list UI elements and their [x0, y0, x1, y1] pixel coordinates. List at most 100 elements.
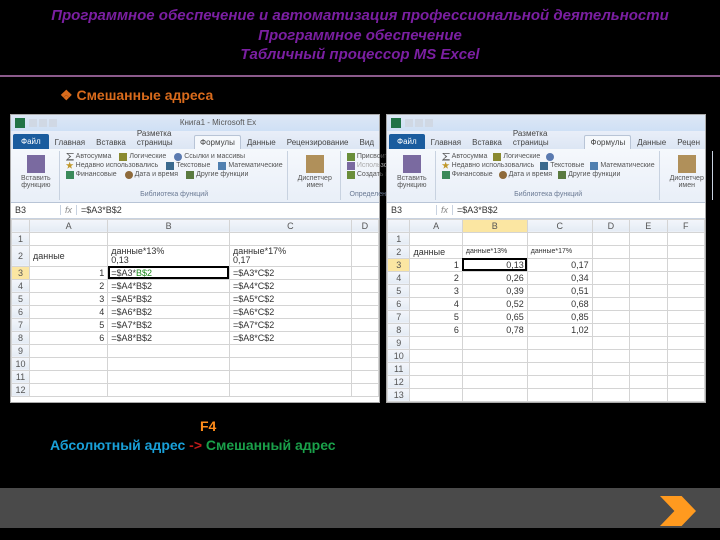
cell[interactable]: [527, 362, 592, 375]
cell[interactable]: [527, 336, 592, 349]
row-header[interactable]: 10: [12, 357, 30, 370]
lookup-button[interactable]: Ссылки и массивы: [174, 153, 245, 161]
cell[interactable]: [592, 388, 629, 401]
cell[interactable]: [351, 279, 378, 292]
cell[interactable]: [592, 349, 629, 362]
tab-review[interactable]: Рецен: [672, 136, 705, 149]
cell[interactable]: 3: [410, 284, 462, 297]
cell[interactable]: 0,68: [527, 297, 592, 310]
cell[interactable]: =$A8*C$2: [229, 331, 351, 344]
col-F[interactable]: F: [667, 219, 704, 232]
cell[interactable]: [351, 331, 378, 344]
cell[interactable]: [108, 232, 230, 245]
cell[interactable]: [630, 232, 667, 245]
cell[interactable]: [592, 284, 629, 297]
tab-formulas[interactable]: Формулы: [584, 135, 631, 149]
row-header[interactable]: 5: [12, 292, 30, 305]
row-header[interactable]: 1: [388, 232, 410, 245]
row-header[interactable]: 2: [388, 245, 410, 258]
row-header[interactable]: 12: [388, 375, 410, 388]
autosum-button[interactable]: Автосумма: [442, 153, 488, 161]
cell[interactable]: [630, 336, 667, 349]
cell[interactable]: 0,52: [462, 297, 527, 310]
tab-home[interactable]: Главная: [426, 136, 466, 149]
cell[interactable]: [410, 388, 462, 401]
cell[interactable]: [351, 232, 378, 245]
cell[interactable]: [108, 370, 230, 383]
cell[interactable]: [667, 284, 704, 297]
row-header[interactable]: 9: [388, 336, 410, 349]
cell[interactable]: [667, 362, 704, 375]
cell[interactable]: данные*13%0,13: [108, 245, 230, 266]
cell[interactable]: [351, 305, 378, 318]
more-button[interactable]: Другие функции: [558, 171, 620, 179]
col-B[interactable]: B: [462, 219, 527, 232]
cell[interactable]: [410, 349, 462, 362]
cell[interactable]: [30, 344, 108, 357]
lookup-button[interactable]: [546, 153, 554, 161]
cell[interactable]: 0,39: [462, 284, 527, 297]
select-all[interactable]: [388, 219, 410, 232]
cell[interactable]: 0,51: [527, 284, 592, 297]
autosum-button[interactable]: Автосумма: [66, 153, 112, 161]
cell[interactable]: [108, 383, 230, 396]
row-header[interactable]: 3: [388, 258, 410, 271]
more-button[interactable]: Другие функции: [186, 171, 248, 179]
row-header[interactable]: 13: [388, 388, 410, 401]
tab-data[interactable]: Данные: [242, 136, 281, 149]
cell[interactable]: [592, 297, 629, 310]
formula-input[interactable]: =$A3*B$2: [453, 205, 705, 215]
cell[interactable]: [351, 292, 378, 305]
cell[interactable]: [410, 336, 462, 349]
cell[interactable]: [630, 349, 667, 362]
cell[interactable]: [667, 271, 704, 284]
cell[interactable]: [229, 370, 351, 383]
cell[interactable]: данные: [30, 245, 108, 266]
cell[interactable]: 5: [30, 318, 108, 331]
cell[interactable]: [592, 258, 629, 271]
cell[interactable]: 6: [410, 323, 462, 336]
cell[interactable]: =$A3*C$2: [229, 266, 351, 279]
tab-view[interactable]: Вид: [355, 136, 379, 149]
col-C[interactable]: C: [527, 219, 592, 232]
cell[interactable]: [630, 310, 667, 323]
cell[interactable]: 0,26: [462, 271, 527, 284]
cell[interactable]: [630, 271, 667, 284]
cell[interactable]: 0,13: [462, 258, 527, 271]
name-box[interactable]: B3: [387, 205, 437, 215]
cell[interactable]: =$A5*B$2: [108, 292, 230, 305]
row-header[interactable]: 12: [12, 383, 30, 396]
cell[interactable]: [351, 383, 378, 396]
cell[interactable]: [30, 232, 108, 245]
cell[interactable]: 4: [30, 305, 108, 318]
cell[interactable]: =$A7*C$2: [229, 318, 351, 331]
cell[interactable]: [592, 245, 629, 258]
cell[interactable]: данные*17%0,17: [229, 245, 351, 266]
cell[interactable]: [527, 232, 592, 245]
tab-insert[interactable]: Вставка: [91, 136, 131, 149]
row-header[interactable]: 10: [388, 349, 410, 362]
cell[interactable]: [630, 297, 667, 310]
cell[interactable]: [462, 349, 527, 362]
tab-data[interactable]: Данные: [632, 136, 671, 149]
text-button[interactable]: Текстовые: [540, 162, 584, 170]
cell[interactable]: [592, 310, 629, 323]
cell[interactable]: [592, 323, 629, 336]
row-header[interactable]: 3: [12, 266, 30, 279]
cell[interactable]: [229, 344, 351, 357]
col-A[interactable]: A: [30, 219, 108, 232]
col-A[interactable]: A: [410, 219, 462, 232]
row-header[interactable]: 9: [12, 344, 30, 357]
math-button[interactable]: Математические: [218, 162, 282, 170]
cell[interactable]: [30, 383, 108, 396]
cell[interactable]: 6: [30, 331, 108, 344]
cell[interactable]: =$A6*C$2: [229, 305, 351, 318]
cell[interactable]: 0,17: [527, 258, 592, 271]
spreadsheet-grid-left[interactable]: A B C D 12данныеданные*13%0,13данные*17%…: [11, 219, 379, 397]
row-header[interactable]: 7: [12, 318, 30, 331]
cell[interactable]: [667, 336, 704, 349]
cell[interactable]: [527, 375, 592, 388]
tab-pagelayout[interactable]: Разметка страницы: [508, 127, 584, 149]
cell[interactable]: [410, 375, 462, 388]
financial-button[interactable]: Финансовые: [66, 171, 117, 179]
